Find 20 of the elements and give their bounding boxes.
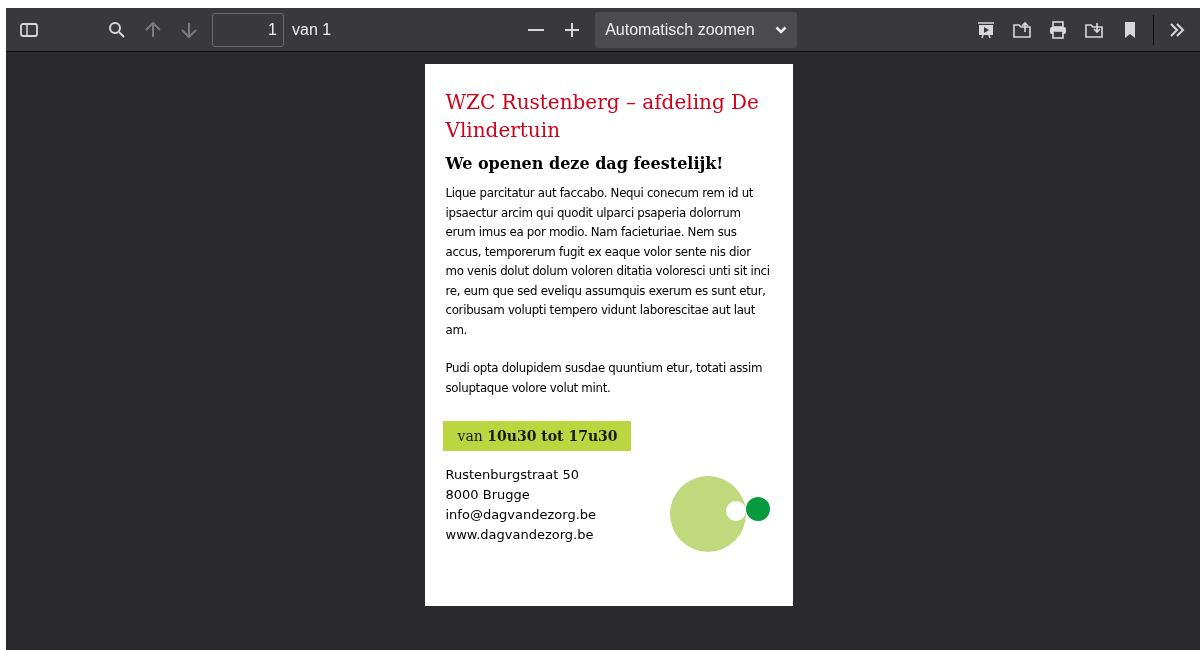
- arrow-up-icon: [143, 19, 163, 40]
- address-line: 8000 Brugge: [445, 486, 531, 504]
- presentation-icon: [976, 19, 996, 40]
- address-line: info@dagvandezorg.be: [445, 506, 598, 524]
- minus-icon: [528, 28, 545, 31]
- page-number-field[interactable]: 1: [212, 12, 284, 47]
- zoom-select[interactable]: Automatisch zoomen: [595, 11, 798, 48]
- search-icon: [107, 19, 127, 40]
- address-line: Rustenburgstraat 50: [445, 466, 581, 484]
- chevron-down-icon: [775, 25, 788, 34]
- document-subtitle: We openen deze dag feestelijk!: [445, 153, 725, 175]
- address-line: www.dagvandezorg.be: [445, 526, 595, 544]
- logo-icon: [667, 473, 772, 555]
- body-paragraph: Pudi opta dolupidem susdae quuntium etur, totati assim soluptaque volore volut mint.: [445, 360, 764, 397]
- page-count: van 1: [292, 19, 332, 40]
- time-banner: van 10u30 tot 17u30: [442, 421, 631, 451]
- body-paragraph: Lique parcitatur aut faccabo. Nequi conecum rem id ut ipsaectur arcim qui quodit ulparci psaperia dolorrum erum imus ea por modio. Nam facieturiae. Nem sus accus, temporerum fugit ex eaque volor sente nis dior mo venis dolut dolum voloren ditatia voloresci unti sit inci re, eum que sed eveliqu assumquis exerum es sunt etur, coribusam volupti tempero vidunt laborescitae aut laut am.: [445, 185, 771, 339]
- folder-upload-icon: [1012, 19, 1032, 40]
- document-title: WZC Rustenberg – afdeling De Vlindertuin: [445, 89, 760, 144]
- printer-icon: [1048, 19, 1068, 40]
